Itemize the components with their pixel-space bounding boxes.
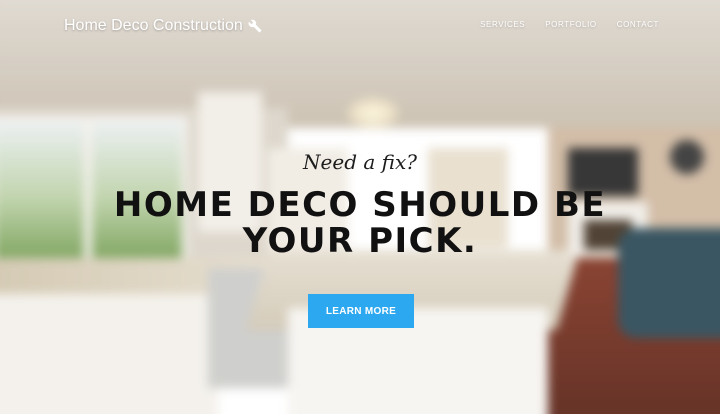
hero-subtitle: Need a fix?	[303, 150, 417, 174]
nav-link-services[interactable]: SERVICES	[480, 20, 525, 29]
learn-more-button[interactable]: LEARN MORE	[308, 294, 414, 328]
wrench-icon	[248, 19, 262, 33]
hero-section: Need a fix? HOME DECO SHOULD BE YOUR PIC…	[0, 145, 720, 259]
brand-name: Home Deco Construction	[64, 17, 243, 34]
nav-link-contact[interactable]: CONTACT	[617, 20, 659, 29]
brand-link[interactable]: Home Deco Construction	[64, 17, 262, 35]
nav-menu: SERVICES PORTFOLIO CONTACT	[480, 20, 659, 29]
nav-link-portfolio[interactable]: PORTFOLIO	[545, 20, 596, 29]
navbar: Home Deco Construction SERVICES PORTFOLI…	[0, 0, 720, 54]
hero-title: HOME DECO SHOULD BE YOUR PICK.	[113, 185, 607, 261]
